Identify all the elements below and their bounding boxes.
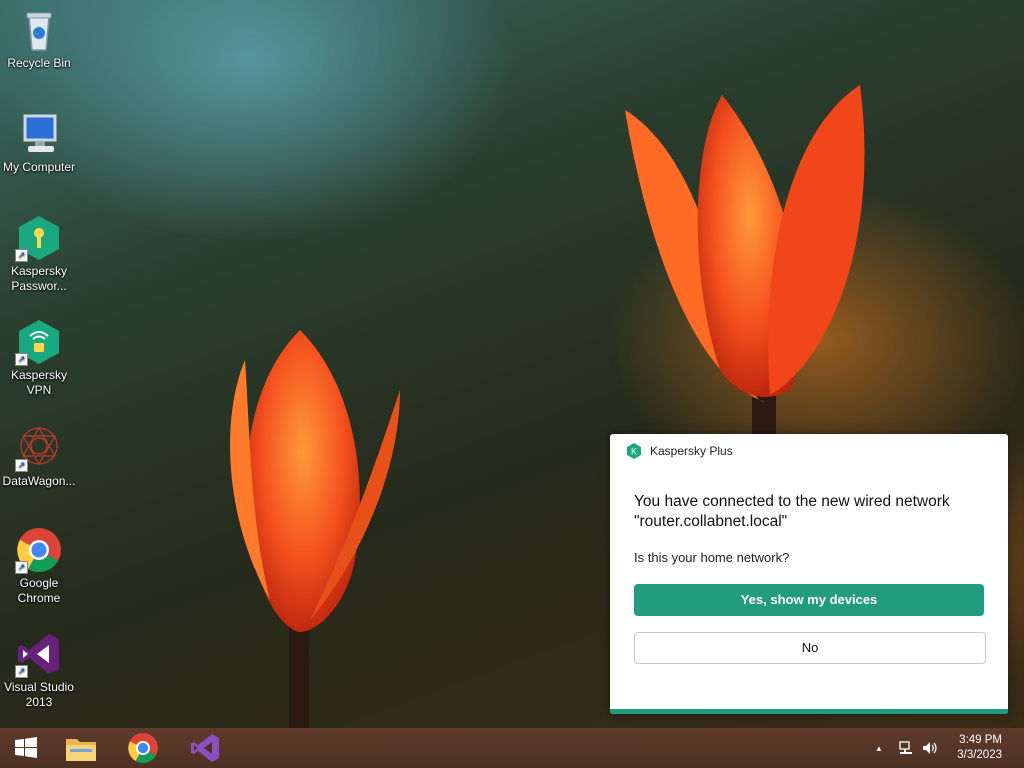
desktop-icon-kaspersky-vpn[interactable]: ↗ Kaspersky VPN bbox=[2, 318, 76, 398]
shortcut-arrow-icon: ↗ bbox=[15, 249, 28, 262]
chevron-up-icon: ▲ bbox=[875, 743, 883, 753]
shortcut-arrow-icon: ↗ bbox=[15, 561, 28, 574]
desktop-icon-label: Recycle Bin bbox=[7, 56, 71, 70]
taskbar-clock[interactable]: 3:49 PM 3/3/2023 bbox=[957, 733, 1002, 763]
network-icon bbox=[899, 741, 912, 754]
notification-accent-bar bbox=[610, 709, 1008, 714]
shortcut-arrow-icon: ↗ bbox=[15, 459, 28, 472]
chrome-icon bbox=[128, 733, 158, 764]
notification-header: K Kaspersky Plus bbox=[626, 443, 733, 459]
desktop-icon-recycle-bin[interactable]: Recycle Bin bbox=[2, 6, 76, 71]
desktop-icon-kaspersky-password[interactable]: ↗ Kaspersky Passwor... bbox=[2, 214, 76, 294]
desktop-icon-label: Google Chrome bbox=[17, 576, 61, 605]
svg-text:K: K bbox=[631, 447, 637, 457]
tray-volume[interactable] bbox=[921, 728, 939, 768]
yes-show-my-devices-button[interactable]: Yes, show my devices bbox=[634, 584, 984, 616]
kaspersky-notification: K Kaspersky Plus You have connected to t… bbox=[610, 434, 1008, 714]
notification-question: Is this your home network? bbox=[634, 550, 790, 565]
desktop: Recycle Bin My Computer ↗ Kaspersky Pass… bbox=[0, 0, 1024, 728]
datawagon-icon: ↗ bbox=[15, 424, 63, 472]
visual-studio-icon bbox=[191, 734, 219, 762]
file-explorer-icon bbox=[66, 739, 96, 761]
desktop-icon-label: Kaspersky Passwor... bbox=[10, 264, 68, 293]
taskbar-file-explorer[interactable] bbox=[55, 728, 107, 768]
desktop-icon-label: Visual Studio 2013 bbox=[4, 680, 74, 709]
computer-icon bbox=[15, 110, 63, 158]
desktop-icon-label: My Computer bbox=[2, 160, 76, 174]
taskbar-chrome[interactable] bbox=[117, 728, 169, 768]
taskbar: ▲ 3:49 PM 3/3/2023 bbox=[0, 728, 1024, 768]
shortcut-arrow-icon: ↗ bbox=[15, 665, 28, 678]
desktop-icon-google-chrome[interactable]: ↗ Google Chrome bbox=[2, 526, 76, 606]
chrome-icon: ↗ bbox=[15, 526, 63, 574]
no-button[interactable]: No bbox=[634, 632, 986, 664]
tray-overflow-button[interactable]: ▲ bbox=[875, 728, 883, 768]
notification-title: You have connected to the new wired netw… bbox=[634, 493, 950, 530]
kaspersky-logo-icon: K bbox=[627, 443, 641, 459]
start-button[interactable] bbox=[0, 728, 52, 768]
kaspersky-vpn-icon: ↗ bbox=[15, 318, 63, 366]
windows-start-icon bbox=[15, 737, 37, 758]
visual-studio-icon: ↗ bbox=[15, 630, 63, 678]
shortcut-arrow-icon: ↗ bbox=[15, 353, 28, 366]
notification-app-name: Kaspersky Plus bbox=[650, 444, 733, 458]
desktop-icon-my-computer[interactable]: My Computer bbox=[2, 110, 76, 175]
desktop-icon-datawagon[interactable]: ↗ DataWagon... bbox=[2, 424, 76, 489]
tray-network[interactable] bbox=[898, 728, 914, 768]
desktop-icon-label: DataWagon... bbox=[2, 474, 76, 488]
desktop-icon-visual-studio[interactable]: ↗ Visual Studio 2013 bbox=[2, 630, 76, 710]
recycle-bin-icon bbox=[15, 6, 63, 54]
clock-time: 3:49 PM bbox=[959, 734, 1002, 746]
kaspersky-password-icon: ↗ bbox=[15, 214, 63, 262]
taskbar-visual-studio[interactable] bbox=[179, 728, 231, 768]
volume-icon bbox=[923, 742, 937, 754]
clock-date: 3/3/2023 bbox=[957, 749, 1002, 761]
desktop-icon-label: Kaspersky VPN bbox=[10, 368, 68, 397]
